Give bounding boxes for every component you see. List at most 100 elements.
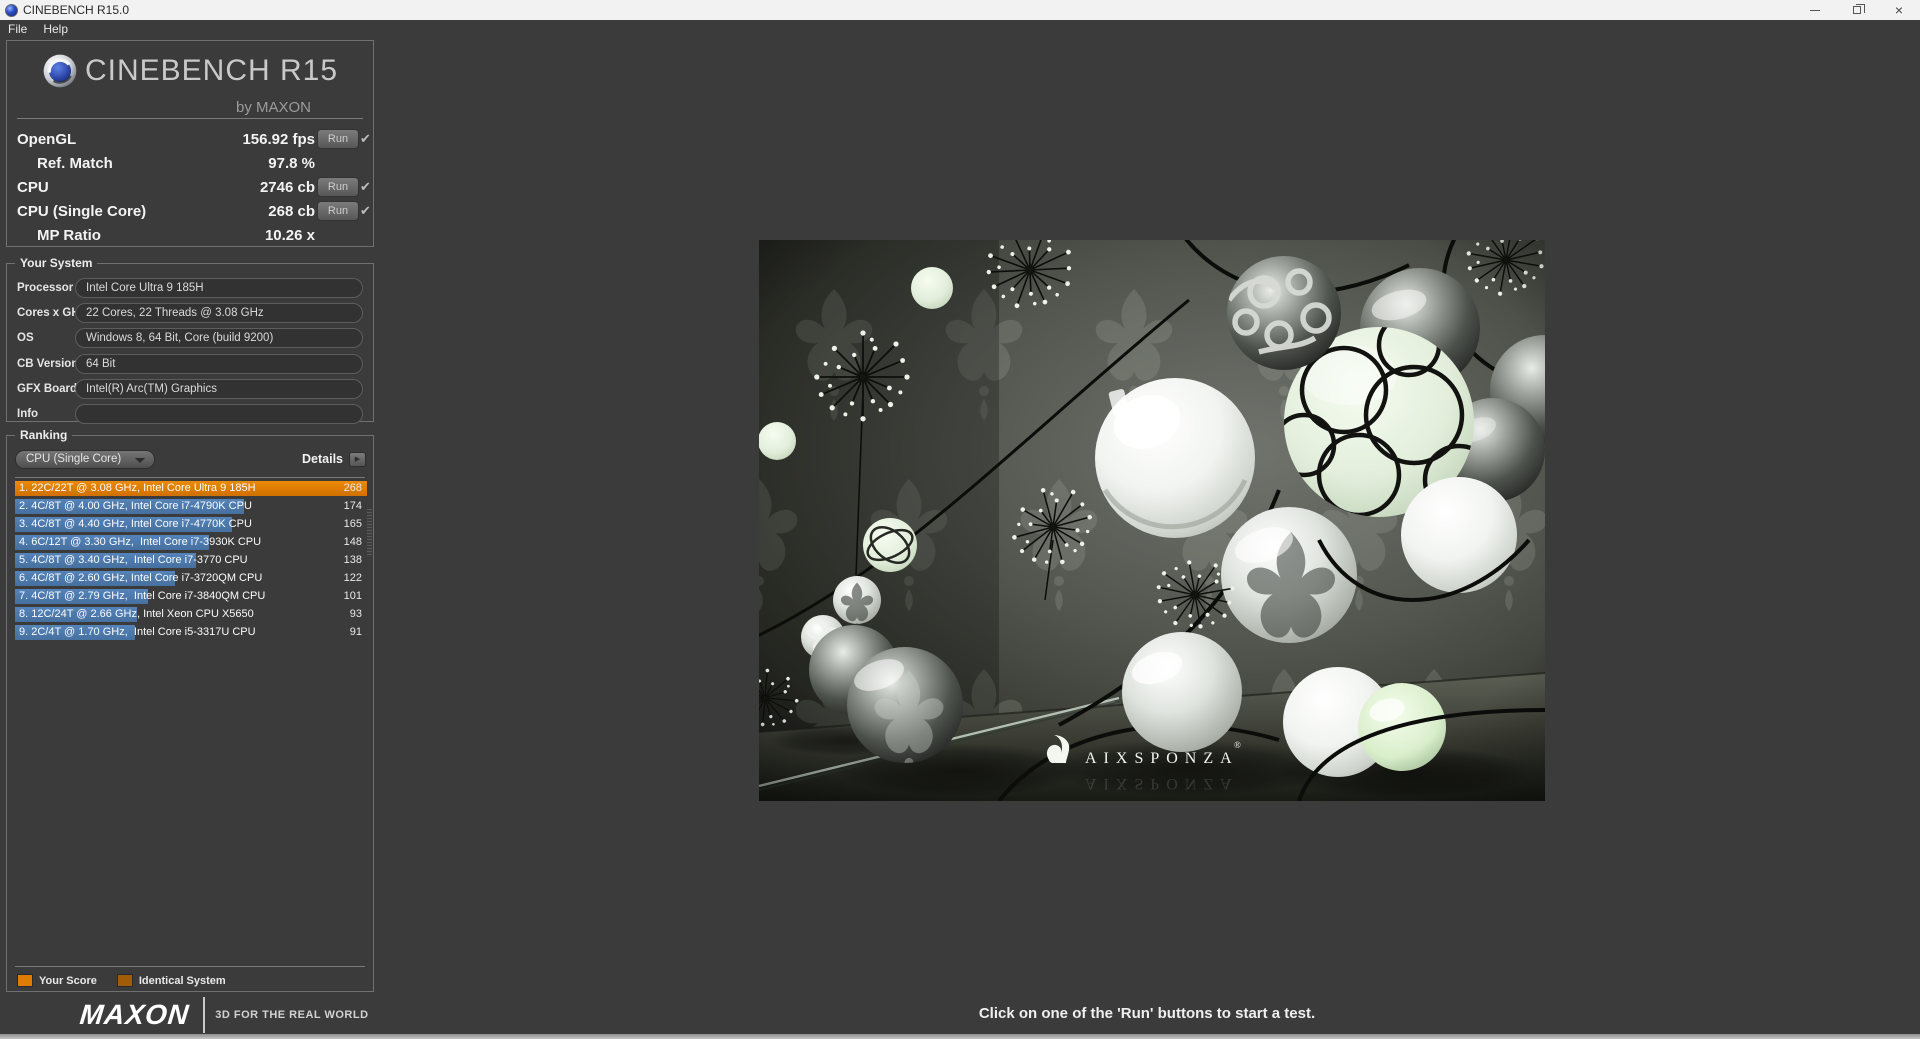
system-row-cb-version: CB Version 64 Bit: [7, 354, 373, 374]
score-value: 2746 cb: [259, 179, 315, 196]
field-label: Info: [17, 408, 39, 420]
score-label: Ref. Match: [37, 155, 113, 172]
details-label: Details: [302, 452, 343, 466]
your-system-title: Your System: [15, 256, 98, 270]
os-field: Windows 8, 64 Bit, Core (build 9200): [75, 328, 363, 348]
identical-system-swatch: [116, 974, 133, 987]
minimize-button[interactable]: [1794, 0, 1836, 20]
app-icon: [5, 3, 18, 17]
ranking-row-value: 138: [343, 554, 362, 566]
legend-separator: [15, 966, 365, 967]
chevron-down-icon: [135, 458, 145, 463]
score-row-mp-ratio: MP Ratio 10.26 x: [7, 225, 373, 247]
ranking-row-label: 7. 4C/8T @ 2.79 GHz, Intel Core i7-3840Q…: [19, 590, 266, 602]
ranking-row-value: 93: [349, 608, 362, 620]
restore-icon: [1853, 4, 1865, 14]
identical-system-label: Identical System: [138, 974, 226, 987]
cinebench-window: CINEBENCH R15.0 × File Help CINEBENCH R1…: [0, 0, 1920, 1039]
score-label: MP Ratio: [37, 227, 101, 244]
ranking-row-label: 2. 4C/8T @ 4.00 GHz, Intel Core i7-4790K…: [19, 500, 252, 512]
ranking-title: Ranking: [15, 428, 73, 442]
ranking-row-5[interactable]: 5. 4C/8T @ 3.40 GHz, Intel Core i7-3770 …: [15, 553, 367, 568]
field-label: CB Version: [17, 358, 79, 370]
field-label: GFX Board: [17, 383, 78, 395]
ranking-row-value: 122: [343, 572, 362, 584]
score-row-cpu-single: CPU (Single Core) 268 cb Run ✔: [7, 201, 373, 223]
ranking-row-1[interactable]: 1. 22C/22T @ 3.08 GHz, Intel Core Ultra …: [15, 481, 367, 496]
window-bottom-edge: [0, 1034, 1920, 1039]
ranking-row-label: 8. 12C/24T @ 2.66 GHz, Intel Xeon CPU X5…: [19, 608, 254, 620]
ranking-row-value: 91: [349, 626, 362, 638]
ranking-row-label: 9. 2C/4T @ 1.70 GHz, Intel Core i5-3317U…: [19, 626, 256, 638]
score-label: CPU: [17, 179, 49, 196]
run-cpu-single-button[interactable]: Run: [317, 201, 359, 221]
system-row-info: Info: [7, 404, 373, 424]
ranking-row-4[interactable]: 4. 6C/12T @ 3.30 GHz, Intel Core i7-3930…: [15, 535, 367, 550]
title-bar: CINEBENCH R15.0 ×: [0, 0, 1920, 20]
score-value: 156.92 fps: [242, 131, 315, 148]
render-scene: AIXSPONZA ® AIXSPONZA: [719, 214, 1600, 803]
ranking-list: 1. 22C/22T @ 3.08 GHz, Intel Core Ultra …: [15, 481, 367, 643]
brand-divider: [203, 997, 206, 1033]
field-label: OS: [17, 332, 34, 344]
details-button[interactable]: ▶: [349, 452, 366, 467]
ranking-filter-value: CPU (Single Core): [26, 453, 122, 465]
window-title: CINEBENCH R15.0: [23, 3, 130, 17]
menu-file[interactable]: File: [0, 22, 35, 36]
ranking-row-9[interactable]: 9. 2C/4T @ 1.70 GHz, Intel Core i5-3317U…: [15, 625, 367, 640]
your-score-label: Your Score: [39, 974, 97, 987]
processor-field: Intel Core Ultra 9 185H: [75, 278, 363, 298]
score-value: 97.8 %: [268, 155, 315, 172]
system-row-gfx: GFX Board Intel(R) Arc(TM) Graphics: [7, 379, 373, 399]
gfx-board-field: Intel(R) Arc(TM) Graphics: [75, 379, 363, 399]
menu-help[interactable]: Help: [35, 22, 76, 36]
ranking-row-7[interactable]: 7. 4C/8T @ 2.79 GHz, Intel Core i7-3840Q…: [15, 589, 367, 604]
ranking-filter-dropdown[interactable]: CPU (Single Core): [15, 450, 155, 469]
check-icon[interactable]: ✔: [360, 131, 374, 147]
ranking-row-label: 4. 6C/12T @ 3.30 GHz, Intel Core i7-3930…: [19, 536, 262, 548]
scores-panel: CINEBENCH R15 by MAXON OpenGL 156.92 fps…: [6, 40, 374, 247]
maximize-button[interactable]: [1836, 0, 1878, 20]
info-field: [75, 404, 363, 424]
maxon-brand: MAXON 3D FOR THE REAL WORLD: [78, 997, 369, 1033]
close-icon: ×: [1894, 2, 1904, 18]
your-system-panel: Your System Processor Intel Core Ultra 9…: [6, 256, 374, 424]
your-score-swatch: [17, 974, 33, 987]
ranking-scrollbar-thumb[interactable]: [367, 509, 372, 557]
field-label: Processor: [17, 282, 74, 294]
minimize-icon: [1810, 9, 1820, 11]
check-icon[interactable]: ✔: [360, 203, 374, 219]
cinema4d-logo-icon: [43, 54, 77, 88]
ranking-row-label: 6. 4C/8T @ 2.60 GHz, Intel Core i7-3720Q…: [19, 572, 263, 584]
brand-tagline: 3D FOR THE REAL WORLD: [215, 1009, 369, 1021]
run-opengl-button[interactable]: Run: [317, 129, 359, 149]
ranking-row-3[interactable]: 3. 4C/8T @ 4.40 GHz, Intel Core i7-4770K…: [15, 517, 367, 532]
app-logo-title: CINEBENCH R15: [84, 54, 339, 87]
status-message: Click on one of the 'Run' buttons to sta…: [978, 1005, 1316, 1022]
ranking-row-2[interactable]: 2. 4C/8T @ 4.00 GHz, Intel Core i7-4790K…: [15, 499, 367, 514]
score-row-refmatch: Ref. Match 97.8 %: [7, 153, 373, 175]
maxon-logo: MAXON: [78, 999, 191, 1030]
ranking-row-value: 268: [343, 482, 362, 494]
close-button[interactable]: ×: [1878, 0, 1920, 20]
scores-separator: [17, 118, 363, 119]
run-cpu-button[interactable]: Run: [317, 177, 359, 197]
ranking-row-value: 174: [343, 500, 362, 512]
score-value: 268 cb: [268, 203, 315, 220]
menu-bar: File Help: [0, 20, 1920, 38]
ranking-legend: Your Score Identical System: [17, 974, 240, 987]
system-row-processor: Processor Intel Core Ultra 9 185H: [7, 278, 373, 298]
system-row-cores: Cores x GHz 22 Cores, 22 Threads @ 3.08 …: [7, 303, 373, 323]
score-label: OpenGL: [17, 131, 77, 148]
ranking-row-label: 1. 22C/22T @ 3.08 GHz, Intel Core Ultra …: [19, 482, 256, 494]
check-icon[interactable]: ✔: [360, 179, 374, 195]
ranking-row-label: 3. 4C/8T @ 4.40 GHz, Intel Core i7-4770K…: [19, 518, 252, 530]
ranking-row-8[interactable]: 8. 12C/24T @ 2.66 GHz, Intel Xeon CPU X5…: [15, 607, 367, 622]
ranking-row-6[interactable]: 6. 4C/8T @ 2.60 GHz, Intel Core i7-3720Q…: [15, 571, 367, 586]
app-logo-subtitle: by MAXON: [235, 99, 311, 116]
ranking-row-value: 148: [343, 536, 362, 548]
ranking-separator: [15, 477, 365, 478]
score-row-cpu: CPU 2746 cb Run ✔: [7, 177, 373, 199]
ranking-row-value: 165: [343, 518, 362, 530]
ranking-row-value: 101: [343, 590, 362, 602]
